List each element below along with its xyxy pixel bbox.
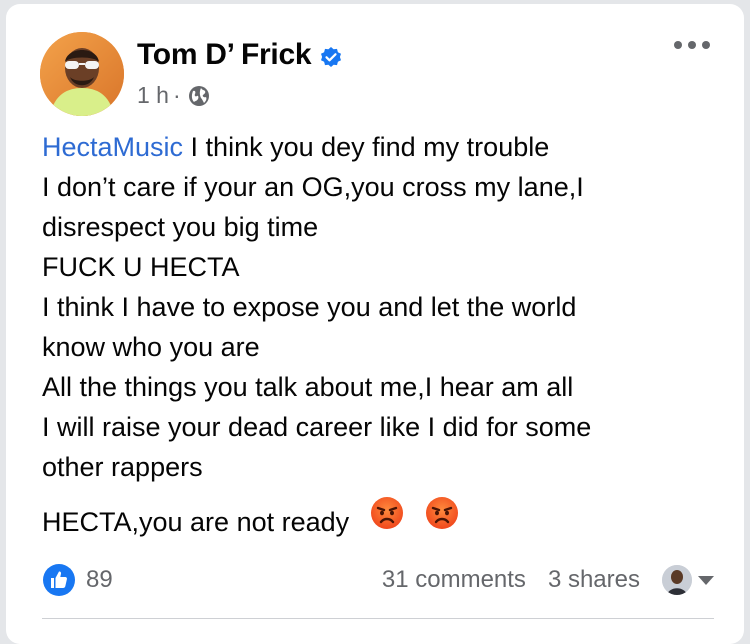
post-text: I don’t care if your an OG,you cross my … (42, 172, 584, 202)
post-text: I will raise your dead career like I did… (42, 412, 592, 442)
more-options-icon[interactable] (674, 38, 710, 52)
post-text: know who you are (42, 332, 260, 362)
post-text: HECTA,you are not ready (42, 507, 350, 537)
post-last-line: HECTA,you are not ready (42, 495, 722, 542)
post-text: I think I have to expose you and let the… (42, 292, 577, 322)
like-icon[interactable] (42, 563, 76, 597)
post-text: FUCK U HECTA (42, 252, 240, 282)
verified-badge-icon (319, 44, 343, 68)
mention-link[interactable]: HectaMusic (42, 132, 183, 162)
angry-face-emoji (369, 495, 405, 531)
shares-count-link[interactable]: 3 shares (548, 566, 640, 594)
like-count[interactable]: 89 (86, 566, 113, 594)
footer-divider (42, 618, 714, 619)
author-avatar[interactable] (40, 32, 124, 116)
post-timestamp[interactable]: 1 h (137, 82, 169, 109)
more-dot (674, 41, 682, 49)
post-card: Tom D’ Frick 1 h · HectaMusic I think yo… (6, 4, 744, 644)
more-dot (688, 41, 696, 49)
author-name-row: Tom D’ Frick (137, 38, 343, 72)
post-text: other rappers (42, 452, 203, 482)
post-meta: 1 h · (137, 82, 211, 109)
globe-icon[interactable] (187, 84, 211, 108)
post-text: I think you dey find my trouble (183, 132, 550, 162)
author-name[interactable]: Tom D’ Frick (137, 38, 312, 72)
angry-face-emoji (424, 495, 460, 531)
post-body: HectaMusic I think you dey find my troub… (42, 127, 722, 542)
comments-count-link[interactable]: 31 comments (382, 566, 526, 594)
post-footer: 89 31 comments 3 shares (42, 560, 714, 600)
meta-separator: · (172, 82, 181, 108)
reactor-avatar[interactable] (662, 565, 692, 595)
post-text: disrespect you big time (42, 212, 319, 242)
post-line-1: HectaMusic I think you dey find my troub… (42, 127, 722, 167)
chevron-down-icon[interactable] (698, 575, 714, 585)
more-dot (702, 41, 710, 49)
post-text: All the things you talk about me,I hear … (42, 372, 574, 402)
